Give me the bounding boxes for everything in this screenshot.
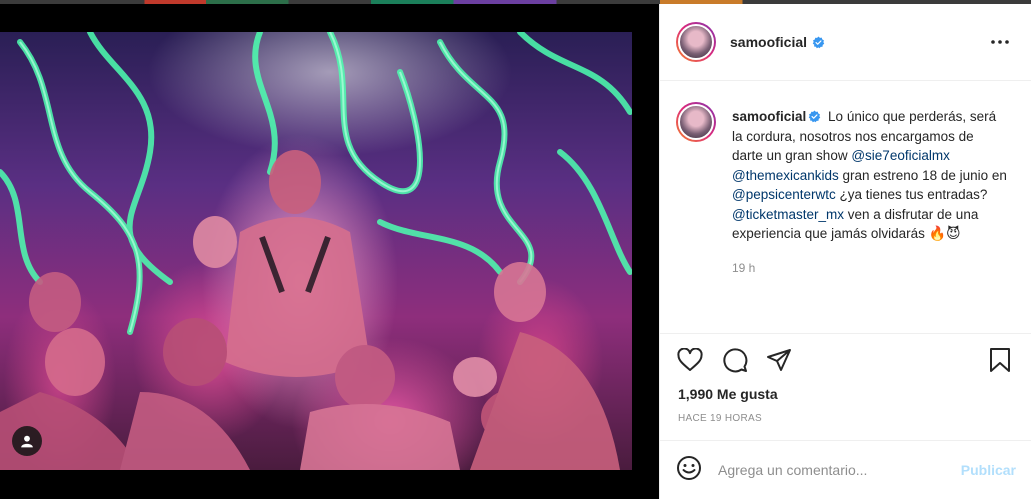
caption-text: samooficial Lo único que perderás, será … — [732, 107, 1008, 245]
save-button[interactable] — [986, 346, 1014, 374]
like-button[interactable] — [676, 346, 704, 374]
neon-background-art — [0, 32, 632, 470]
header-username[interactable]: samooficial — [730, 34, 807, 50]
caption-comment: samooficial Lo único que perderás, será … — [676, 102, 1016, 245]
heart-icon — [677, 348, 703, 371]
user-tag-icon — [21, 435, 33, 448]
caption-avatar[interactable] — [676, 102, 716, 142]
caption-text-3: ¿ya tienes tus entradas? — [839, 187, 988, 202]
tagged-users-button[interactable] — [12, 426, 42, 456]
likes-count[interactable]: 1,990 Me gusta — [678, 386, 778, 402]
comment-input[interactable] — [718, 462, 948, 478]
media-area — [0, 4, 659, 499]
post-header: samooficial — [660, 4, 1031, 81]
verified-badge-icon — [812, 36, 825, 48]
mention-link[interactable]: @themexicankids — [732, 168, 839, 183]
mention-link[interactable]: @pepsicenterwtc — [732, 187, 836, 202]
more-options-icon — [991, 40, 1009, 44]
comment-icon — [723, 348, 748, 373]
post-side-panel: samooficial samooficial Lo único que per… — [659, 4, 1031, 499]
comment-time-ago[interactable]: 19 h — [732, 261, 1016, 275]
comment-button[interactable] — [721, 346, 749, 374]
caption-username[interactable]: samooficial — [732, 109, 806, 124]
caption-text-2: gran estreno 18 de junio en — [842, 167, 1007, 183]
post-timestamp[interactable]: HACE 19 HORAS — [678, 413, 762, 424]
emoji-icon — [677, 455, 701, 480]
publish-comment-button[interactable]: Publicar — [961, 462, 1016, 478]
mention-link[interactable]: @sie7eoficialmx — [851, 148, 950, 163]
bookmark-icon — [990, 348, 1010, 372]
add-comment-bar: Publicar — [660, 440, 1031, 499]
verified-badge-icon — [809, 110, 821, 123]
avatar[interactable] — [676, 22, 716, 62]
instagram-post-view: samooficial samooficial Lo único que per… — [0, 0, 1031, 499]
post-photo[interactable] — [0, 32, 632, 470]
share-icon — [767, 349, 791, 371]
mention-link[interactable]: @ticketmaster_mx — [732, 207, 844, 222]
caption-emojis: 🔥😈 — [928, 226, 961, 242]
share-button[interactable] — [765, 346, 793, 374]
comments-section: samooficial Lo único que perderás, será … — [660, 82, 1031, 334]
emoji-picker-button[interactable] — [676, 455, 702, 486]
action-bar — [660, 340, 1031, 380]
more-options-button[interactable] — [988, 32, 1012, 52]
